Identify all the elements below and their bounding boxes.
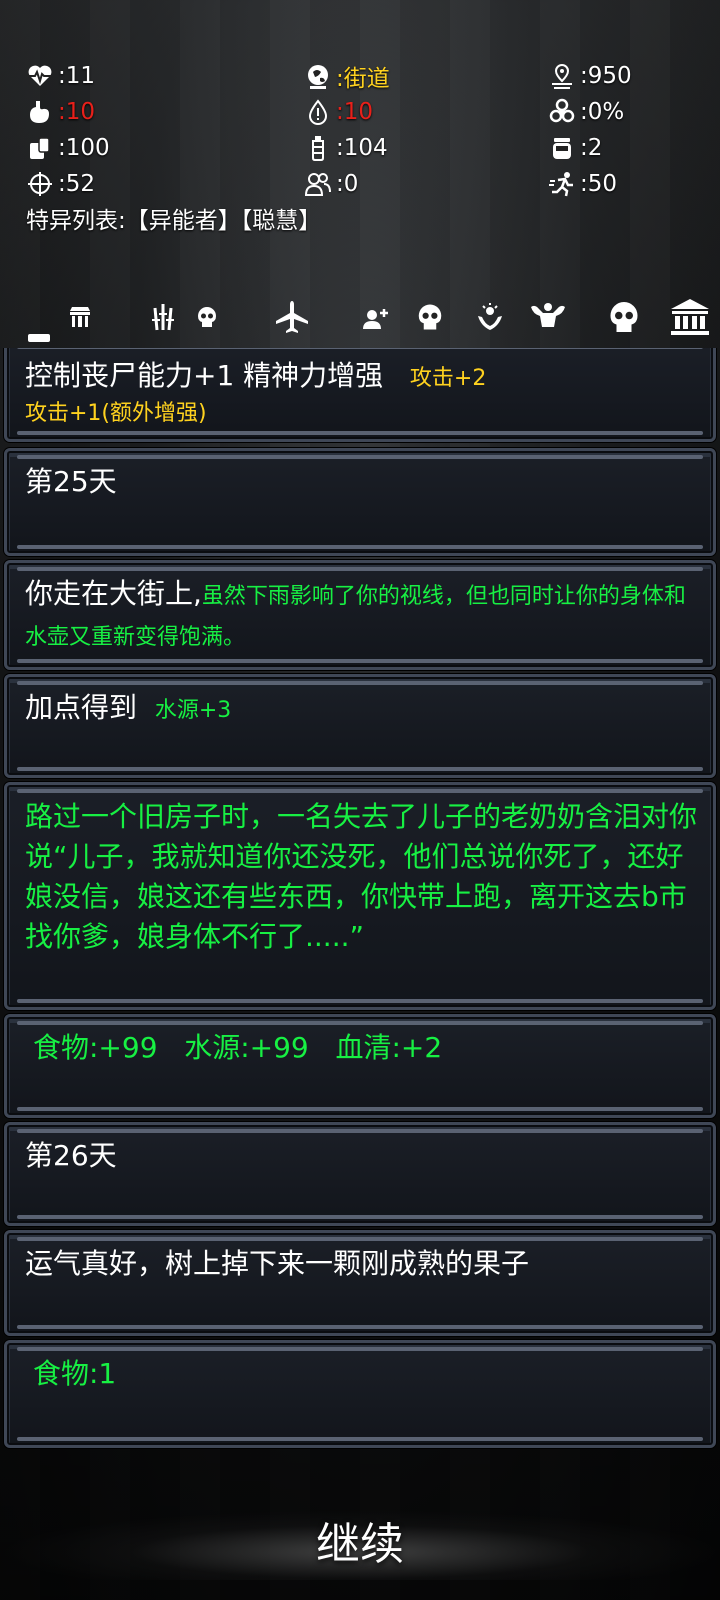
distance-value: :950 xyxy=(580,63,632,89)
speed-stat: :50 xyxy=(548,170,706,198)
hp-stat: :11 xyxy=(26,62,304,90)
log-card-9: 食物:1 xyxy=(4,1340,716,1448)
log-card-3: 你走在大街上,虽然下雨影响了你的视线，但也同时让你的身体和水壶又重新变得饱满。 xyxy=(4,560,716,670)
day-label: 第25天 xyxy=(25,465,117,498)
serum-jar-icon xyxy=(548,134,576,162)
food-stat: :100 xyxy=(26,134,304,162)
heartbeat-icon xyxy=(26,62,54,90)
speed-value: :50 xyxy=(580,171,618,197)
healing-hands-icon[interactable] xyxy=(474,300,506,334)
map-pin-icon xyxy=(548,62,576,90)
bank-icon[interactable] xyxy=(668,299,712,335)
globe-pin-icon xyxy=(304,62,332,90)
stats-row-3: :100 :104 :2 xyxy=(26,130,706,166)
reward-text: 食物:+99 水源:+99 血清:+2 xyxy=(33,1031,443,1064)
group-icon xyxy=(304,170,332,198)
event-story-text: 路过一个旧房子时，一名失去了儿子的老奶奶含泪对你说“儿子，我就知道你还没死，他们… xyxy=(25,800,698,953)
log-text: 你走在大街上, xyxy=(25,577,202,610)
action-toolbar xyxy=(0,290,720,348)
thirst-stat: :10 xyxy=(304,98,548,126)
stats-row-2: :10 :10 :0% xyxy=(26,94,706,130)
water-value: :104 xyxy=(336,135,388,161)
hunger-stat: :10 xyxy=(26,98,304,126)
muscle-icon[interactable] xyxy=(528,300,568,334)
infection-stat: :0% xyxy=(548,98,706,126)
skull-icon[interactable] xyxy=(412,300,448,334)
log-card-7: 第26天 xyxy=(4,1122,716,1226)
attack-value: :52 xyxy=(58,171,96,197)
food-can-icon xyxy=(26,134,54,162)
crosshair-icon xyxy=(26,170,54,198)
log-text: 控制丧尸能力+1 精神力增强 xyxy=(25,359,384,392)
market-icon[interactable] xyxy=(66,300,94,334)
water-stat: :104 xyxy=(304,134,548,162)
stats-row-1: :11 :街道 :950 xyxy=(26,58,706,94)
location-value: :街道 xyxy=(336,66,390,92)
stomach-icon xyxy=(26,98,54,126)
serum-value: :2 xyxy=(580,135,603,161)
water-drop-warning-icon xyxy=(304,98,332,126)
hunger-value: :10 xyxy=(58,99,96,125)
toolbar-selected-indicator xyxy=(28,334,50,342)
log-text: 加点得到 xyxy=(25,691,138,724)
log-card-4: 加点得到 水源+3 xyxy=(4,674,716,778)
weapons-icon[interactable] xyxy=(146,300,180,334)
skull-large-icon[interactable] xyxy=(604,300,644,334)
log-card-6: 食物:+99 水源:+99 血清:+2 xyxy=(4,1014,716,1118)
location-stat: :街道 xyxy=(304,59,548,93)
followers-stat: :0 xyxy=(304,170,548,198)
biohazard-icon xyxy=(548,98,576,126)
log-card-5: 路过一个旧房子时，一名失去了儿子的老奶奶含泪对你说“儿子，我就知道你还没死，他们… xyxy=(4,782,716,1010)
stats-row-4: :52 :0 :50 xyxy=(26,166,706,202)
log-card-1: 控制丧尸能力+1 精神力增强 攻击+2 攻击+1(额外增强) xyxy=(4,348,716,442)
infection-value: :0% xyxy=(580,99,625,125)
continue-button[interactable]: 继续 xyxy=(0,1510,720,1580)
attack-stat: :52 xyxy=(26,170,304,198)
extra-attack-text: 攻击+1(额外增强) xyxy=(25,401,207,426)
special-traits-list: 特异列表:【异能者】【聪慧】 xyxy=(26,208,322,234)
attack-bonus-text: 攻击+2 xyxy=(409,366,487,391)
skull-small-icon[interactable] xyxy=(193,300,221,334)
water-bottle-icon xyxy=(304,134,332,162)
stats-panel: :11 :街道 :950 :10 :10:0%:100:104:2:5… xyxy=(26,58,706,238)
followers-value: :0 xyxy=(336,171,359,197)
log-card-2: 第25天 xyxy=(4,448,716,556)
hp-value: :11 xyxy=(58,63,96,89)
log-line: 控制丧尸能力+1 精神力增强 攻击+2 xyxy=(25,357,699,398)
serum-stat: :2 xyxy=(548,134,706,162)
food-gain-text: 食物:1 xyxy=(33,1357,117,1390)
distance-stat: :950 xyxy=(548,62,706,90)
plane-icon[interactable] xyxy=(272,300,312,334)
add-user-icon[interactable] xyxy=(360,300,390,334)
log-card-8: 运气真好，树上掉下来一颗刚成熟的果子 xyxy=(4,1230,716,1336)
runner-icon xyxy=(548,170,576,198)
food-value: :100 xyxy=(58,135,110,161)
thirst-value: :10 xyxy=(336,99,374,125)
day-label: 第26天 xyxy=(25,1139,117,1172)
water-bonus-text: 水源+3 xyxy=(154,698,232,723)
log-text: 运气真好，树上掉下来一颗刚成熟的果子 xyxy=(25,1247,530,1280)
event-log[interactable]: 控制丧尸能力+1 精神力增强 攻击+2 攻击+1(额外增强) 第25天 你走在大… xyxy=(0,348,720,1468)
